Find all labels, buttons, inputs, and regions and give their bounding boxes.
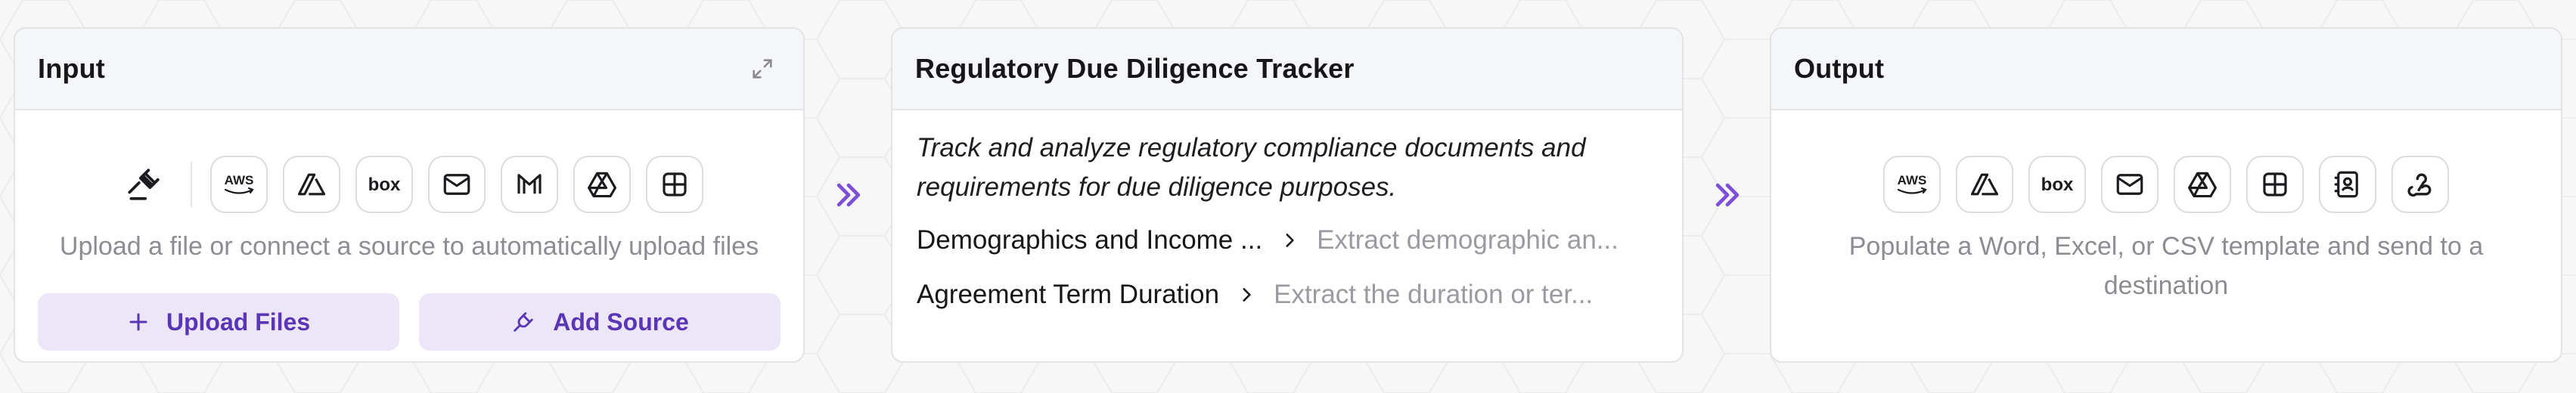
input-card-header: Input (15, 29, 803, 110)
output-card-body: AWS box Populate a Word, Excel, or CSV t… (1771, 110, 2561, 361)
expand-icon[interactable] (744, 51, 781, 87)
tracker-card-header: Regulatory Due Diligence Tracker (892, 29, 1682, 110)
chevron-double-right-icon (836, 183, 861, 207)
gmail-icon[interactable] (501, 156, 558, 213)
tracker-card: Regulatory Due Diligence Tracker Track a… (891, 27, 1684, 363)
chevron-right-icon (1230, 280, 1263, 310)
add-source-button[interactable]: Add Source (419, 293, 781, 351)
azure-icon[interactable] (1956, 156, 2013, 213)
field-description: Extract the duration or ter... (1274, 280, 1594, 309)
box-icon[interactable]: box (355, 156, 413, 213)
output-card: Output AWS box Populate a Word, Excel, o… (1770, 27, 2562, 363)
plug-icon (514, 312, 533, 332)
upload-files-button[interactable]: Upload Files (38, 293, 399, 351)
input-card-title: Input (38, 53, 105, 84)
aws-icon[interactable]: AWS (210, 156, 268, 213)
field-row[interactable]: Agreement Term Duration Extract the dura… (917, 280, 1658, 310)
output-card-title: Output (1794, 53, 1885, 84)
box-icon[interactable]: box (2028, 156, 2086, 213)
output-destination-row: AWS box (1771, 156, 2561, 213)
output-card-header: Output (1771, 29, 2561, 110)
mail-icon[interactable] (428, 156, 486, 213)
sharepoint-icon[interactable] (646, 156, 703, 213)
input-source-row: AWS box (15, 156, 803, 213)
google-drive-icon[interactable] (2174, 156, 2231, 213)
tracker-card-body: Track and analyze regulatory compliance … (892, 110, 1682, 361)
svg-text:box: box (2041, 175, 2074, 195)
plus-icon (129, 313, 147, 331)
contacts-icon[interactable] (2319, 156, 2376, 213)
upload-files-label: Upload Files (166, 308, 311, 336)
field-description: Extract demographic an... (1317, 225, 1619, 255)
mail-icon[interactable] (2101, 156, 2159, 213)
input-action-row: Upload Files Add Source (38, 293, 781, 351)
output-helper-text: Populate a Word, Excel, or CSV template … (1848, 232, 2484, 300)
field-name: Agreement Term Duration (917, 280, 1220, 309)
divider (191, 162, 192, 207)
gavel-icon[interactable] (115, 156, 172, 213)
input-card-body: AWS box Upload a file or connect a sourc… (15, 110, 803, 361)
tracker-card-title: Regulatory Due Diligence Tracker (915, 53, 1355, 84)
chevron-right-icon (1273, 225, 1306, 255)
field-row[interactable]: Demographics and Income ... Extract demo… (917, 225, 1658, 255)
svg-text:AWS: AWS (1898, 173, 1927, 187)
aws-icon[interactable]: AWS (1883, 156, 1941, 213)
input-card: Input AWS box Upload a file or connect a… (14, 27, 805, 363)
google-drive-icon[interactable] (573, 156, 631, 213)
field-name: Demographics and Income ... (917, 225, 1263, 255)
svg-text:box: box (368, 175, 401, 195)
webhook-icon[interactable] (2391, 156, 2449, 213)
chevron-double-right-icon (1715, 183, 1740, 207)
svg-text:AWS: AWS (225, 173, 254, 187)
sharepoint-icon[interactable] (2246, 156, 2304, 213)
input-helper-text: Upload a file or connect a source to aut… (59, 232, 759, 261)
azure-icon[interactable] (283, 156, 340, 213)
add-source-label: Add Source (553, 308, 689, 336)
tracker-description: Track and analyze regulatory compliance … (917, 133, 1586, 202)
